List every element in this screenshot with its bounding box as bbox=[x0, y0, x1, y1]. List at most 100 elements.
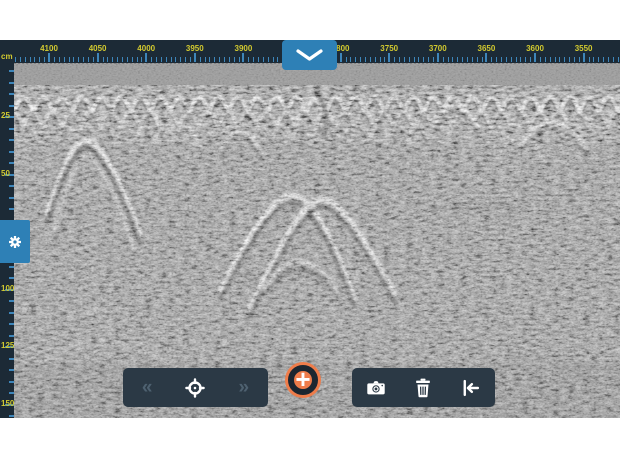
ruler-minor-tick bbox=[414, 57, 415, 62]
depth-minor-tick bbox=[9, 369, 14, 371]
screenshot-button[interactable] bbox=[354, 368, 398, 407]
ruler-minor-tick bbox=[448, 57, 449, 62]
trash-icon bbox=[412, 377, 434, 399]
ruler-minor-tick bbox=[229, 57, 230, 62]
go-to-start-button[interactable] bbox=[449, 368, 493, 407]
depth-tick-label: 25 bbox=[1, 112, 10, 120]
ruler-minor-tick bbox=[127, 57, 128, 62]
depth-minor-tick bbox=[9, 162, 14, 164]
depth-minor-tick bbox=[9, 266, 14, 268]
ruler-minor-tick bbox=[618, 57, 619, 62]
ruler-minor-tick bbox=[253, 57, 254, 62]
ruler-minor-tick bbox=[175, 57, 176, 62]
ruler-minor-tick bbox=[511, 57, 512, 62]
radargram-image bbox=[14, 63, 620, 418]
plus-icon: + bbox=[295, 366, 310, 392]
ruler-minor-tick bbox=[263, 57, 264, 62]
delete-button[interactable] bbox=[401, 368, 445, 407]
ruler-minor-tick bbox=[69, 57, 70, 62]
ruler-minor-tick bbox=[268, 57, 269, 62]
distance-tick-label: 3900 bbox=[234, 45, 252, 53]
ruler-minor-tick bbox=[171, 57, 172, 62]
ruler-minor-tick bbox=[579, 57, 580, 62]
ruler-minor-tick bbox=[564, 57, 565, 62]
ruler-unit-label: cm bbox=[1, 53, 13, 61]
depth-minor-tick bbox=[9, 277, 14, 279]
ruler-minor-tick bbox=[598, 57, 599, 62]
ruler-minor-tick bbox=[166, 57, 167, 62]
ruler-minor-tick bbox=[545, 57, 546, 62]
prev-button[interactable]: « bbox=[125, 368, 169, 407]
ruler-minor-tick bbox=[103, 57, 104, 62]
next-button[interactable]: » bbox=[222, 368, 266, 407]
ruler-minor-tick bbox=[277, 57, 278, 62]
depth-minor-tick bbox=[9, 105, 14, 107]
ruler-minor-tick bbox=[501, 57, 502, 62]
ruler-minor-tick bbox=[467, 57, 468, 62]
ruler-major-tick bbox=[388, 53, 390, 62]
ruler-minor-tick bbox=[384, 57, 385, 62]
ruler-minor-tick bbox=[370, 57, 371, 62]
ruler-minor-tick bbox=[30, 57, 31, 62]
ruler-minor-tick bbox=[462, 57, 463, 62]
distance-tick-label: 4000 bbox=[137, 45, 155, 53]
ruler-minor-tick bbox=[214, 57, 215, 62]
ruler-minor-tick bbox=[205, 57, 206, 62]
gpr-viewer-window: cm 4100405040003950390038503800375037003… bbox=[0, 0, 620, 466]
ruler-minor-tick bbox=[525, 57, 526, 62]
distance-tick-label: 3650 bbox=[477, 45, 495, 53]
ruler-minor-tick bbox=[443, 57, 444, 62]
ruler-minor-tick bbox=[83, 57, 84, 62]
ruler-major-tick bbox=[437, 53, 439, 62]
depth-minor-tick bbox=[9, 197, 14, 199]
depth-tick-label: 125 bbox=[1, 342, 14, 350]
collapse-left-icon bbox=[460, 377, 482, 399]
ruler-minor-tick bbox=[482, 57, 483, 62]
ruler-minor-tick bbox=[613, 57, 614, 62]
ruler-minor-tick bbox=[25, 57, 26, 62]
ruler-minor-tick bbox=[219, 57, 220, 62]
ruler-minor-tick bbox=[39, 57, 40, 62]
ruler-minor-tick bbox=[555, 57, 556, 62]
ruler-minor-tick bbox=[550, 57, 551, 62]
ruler-major-tick bbox=[485, 53, 487, 62]
ruler-minor-tick bbox=[59, 57, 60, 62]
ruler-minor-tick bbox=[540, 57, 541, 62]
ruler-minor-tick bbox=[491, 57, 492, 62]
ruler-major-tick bbox=[534, 53, 536, 62]
ruler-minor-tick bbox=[132, 57, 133, 62]
ruler-minor-tick bbox=[360, 57, 361, 62]
ruler-minor-tick bbox=[496, 57, 497, 62]
ruler-minor-tick bbox=[365, 57, 366, 62]
ruler-minor-tick bbox=[161, 57, 162, 62]
depth-tick-label: 100 bbox=[1, 285, 14, 293]
double-chevron-right-icon: » bbox=[239, 378, 250, 397]
ruler-minor-tick bbox=[88, 57, 89, 62]
ruler-minor-tick bbox=[141, 57, 142, 62]
ruler-minor-tick bbox=[457, 57, 458, 62]
depth-minor-tick bbox=[9, 151, 14, 153]
add-marker-button[interactable]: + bbox=[288, 365, 318, 395]
ruler-minor-tick bbox=[93, 57, 94, 62]
chevron-down-icon bbox=[282, 40, 337, 70]
depth-minor-tick bbox=[9, 335, 14, 337]
locate-button[interactable] bbox=[173, 368, 217, 407]
ruler-major-tick bbox=[48, 53, 50, 62]
ruler-major-tick bbox=[340, 53, 342, 62]
ruler-major-tick bbox=[583, 53, 585, 62]
depth-tick-label: 150 bbox=[1, 400, 14, 408]
ruler-minor-tick bbox=[399, 57, 400, 62]
ruler-major-tick bbox=[242, 53, 244, 62]
ruler-minor-tick bbox=[44, 57, 45, 62]
ruler-minor-tick bbox=[273, 57, 274, 62]
distance-tick-label: 3700 bbox=[429, 45, 447, 53]
collapse-panel-button[interactable] bbox=[282, 40, 337, 70]
ruler-minor-tick bbox=[404, 57, 405, 62]
ruler-minor-tick bbox=[78, 57, 79, 62]
settings-button[interactable] bbox=[0, 220, 30, 263]
radargram-view[interactable] bbox=[14, 63, 620, 418]
ruler-minor-tick bbox=[559, 57, 560, 62]
ruler-minor-tick bbox=[15, 57, 16, 62]
ruler-minor-tick bbox=[433, 57, 434, 62]
ruler-minor-tick bbox=[452, 57, 453, 62]
